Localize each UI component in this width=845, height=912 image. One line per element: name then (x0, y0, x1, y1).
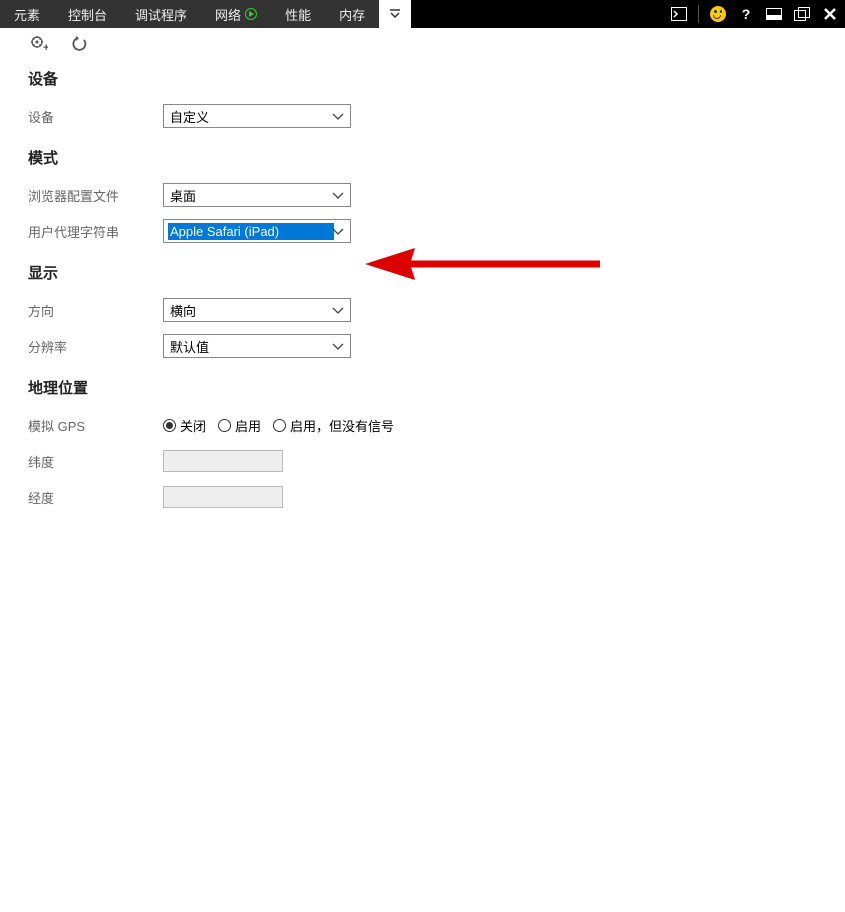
tab-memory[interactable]: 内存 (325, 0, 379, 28)
orientation-select[interactable]: 横向 (163, 298, 351, 322)
svg-text:?: ? (742, 7, 751, 21)
resolution-select[interactable]: 默认值 (163, 334, 351, 358)
orientation-label: 方向 (28, 301, 163, 320)
chevron-down-icon (332, 109, 344, 124)
user-agent-label: 用户代理字符串 (28, 222, 163, 241)
user-agent-value: Apple Safari (iPad) (168, 223, 334, 240)
device-select[interactable]: 自定义 (163, 104, 351, 128)
tab-performance-label: 性能 (285, 5, 311, 24)
longitude-label: 经度 (28, 488, 163, 507)
section-device-title: 设备 (28, 68, 817, 89)
longitude-input[interactable] (163, 486, 283, 508)
devtools-tabs: 元素 控制台 调试程序 网络 性能 内存 (0, 0, 379, 28)
row-device: 设备 自定义 (28, 103, 817, 129)
radio-unchecked-icon (218, 419, 231, 432)
section-mode-title: 模式 (28, 147, 817, 168)
device-label: 设备 (28, 107, 163, 126)
tab-bar-spacer (411, 0, 664, 28)
tab-console-label: 控制台 (68, 5, 107, 24)
device-select-value: 自定义 (170, 107, 332, 126)
tab-debugger-label: 调试程序 (135, 5, 187, 24)
tab-elements-label: 元素 (14, 5, 40, 24)
section-geo-title: 地理位置 (28, 377, 817, 398)
undock-icon[interactable] (793, 5, 811, 23)
browser-profile-label: 浏览器配置文件 (28, 186, 163, 205)
browser-profile-value: 桌面 (170, 186, 332, 205)
user-agent-select[interactable]: Apple Safari (iPad) (163, 219, 351, 243)
toolbar-divider (698, 5, 699, 23)
gps-radio-off-label: 关闭 (180, 416, 206, 435)
tab-memory-label: 内存 (339, 5, 365, 24)
row-orientation: 方向 横向 (28, 297, 817, 323)
latitude-label: 纬度 (28, 452, 163, 471)
chevron-down-icon (332, 188, 344, 203)
radio-checked-icon (163, 419, 176, 432)
gps-radio-group: 关闭 启用 启用，但没有信号 (163, 416, 394, 435)
help-icon[interactable]: ? (737, 5, 755, 23)
tab-network-label: 网络 (215, 5, 241, 24)
row-latitude: 纬度 (28, 448, 817, 474)
reset-icon[interactable] (70, 36, 88, 52)
console-toggle-icon[interactable] (670, 5, 688, 23)
tab-console[interactable]: 控制台 (54, 0, 121, 28)
gps-radio-on-label: 启用 (235, 416, 261, 435)
tab-debugger[interactable]: 调试程序 (121, 0, 201, 28)
play-icon (245, 8, 257, 20)
svg-text:+: + (43, 42, 48, 52)
chevron-down-icon (332, 303, 344, 318)
tab-elements[interactable]: 元素 (0, 0, 54, 28)
settings-icon[interactable]: + (30, 36, 48, 52)
row-longitude: 经度 (28, 484, 817, 510)
tab-performance[interactable]: 性能 (271, 0, 325, 28)
toolbar-right-icons: ? (664, 0, 845, 28)
gps-radio-on-nosignal[interactable]: 启用，但没有信号 (273, 416, 394, 435)
row-user-agent: 用户代理字符串 Apple Safari (iPad) (28, 218, 817, 244)
tab-network[interactable]: 网络 (201, 0, 271, 28)
smiley-icon (710, 6, 726, 22)
browser-profile-select[interactable]: 桌面 (163, 183, 351, 207)
emulation-settings-panel: 设备 设备 自定义 模式 浏览器配置文件 桌面 用户代理字符串 Apple Sa… (0, 68, 845, 510)
resolution-value: 默认值 (170, 337, 332, 356)
feedback-icon[interactable] (709, 5, 727, 23)
chevron-down-icon (332, 224, 344, 239)
emulation-toolbar: + (0, 28, 845, 66)
emulation-tab-indicator[interactable] (379, 0, 411, 28)
row-browser-profile: 浏览器配置文件 桌面 (28, 182, 817, 208)
resolution-label: 分辨率 (28, 337, 163, 356)
section-display-title: 显示 (28, 262, 817, 283)
devtools-tab-bar: 元素 控制台 调试程序 网络 性能 内存 ? (0, 0, 845, 28)
row-gps: 模拟 GPS 关闭 启用 启用，但没有信号 (28, 412, 817, 438)
gps-radio-off[interactable]: 关闭 (163, 416, 206, 435)
dock-icon[interactable] (765, 5, 783, 23)
radio-unchecked-icon (273, 419, 286, 432)
gps-radio-on[interactable]: 启用 (218, 416, 261, 435)
underline-chevron-down-icon (389, 8, 401, 20)
chevron-down-icon (332, 339, 344, 354)
latitude-input[interactable] (163, 450, 283, 472)
gps-label: 模拟 GPS (28, 416, 163, 435)
close-icon[interactable] (821, 5, 839, 23)
gps-radio-on-nosignal-label: 启用，但没有信号 (290, 416, 394, 435)
row-resolution: 分辨率 默认值 (28, 333, 817, 359)
orientation-value: 横向 (170, 301, 332, 320)
